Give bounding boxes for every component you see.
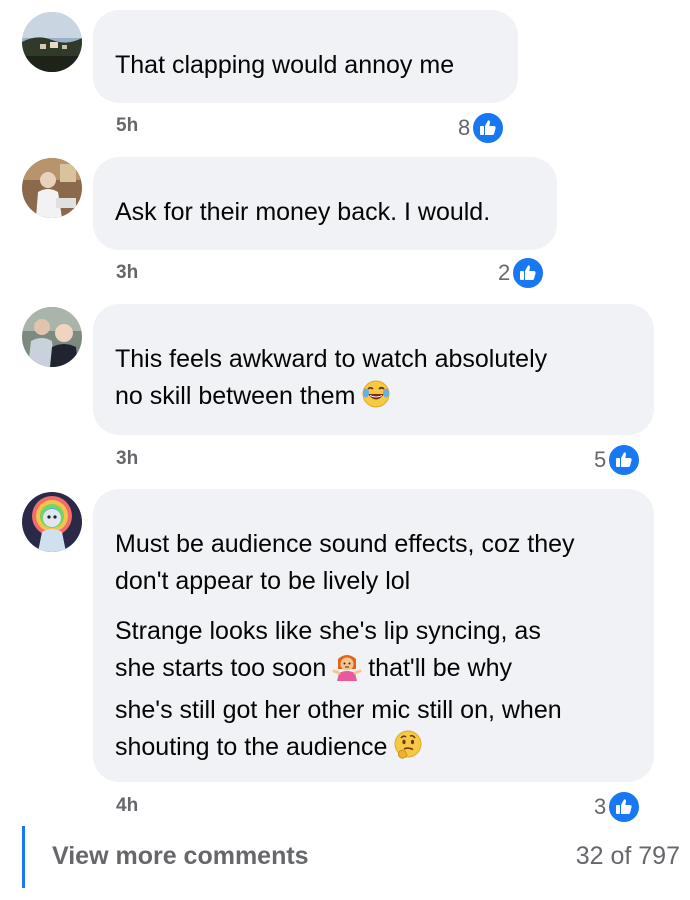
commenter-avatar[interactable] bbox=[22, 158, 82, 218]
thumbs-up-icon bbox=[471, 111, 506, 145]
thumbs-up-icon bbox=[607, 790, 642, 824]
commenter-avatar[interactable] bbox=[22, 307, 82, 367]
comment-text-line: Strange looks like she's lip syncing, as bbox=[115, 617, 541, 645]
comment-text: that'll be why bbox=[368, 654, 512, 682]
like-count: 2 bbox=[498, 260, 511, 285]
comment-text-line: This feels awkward to watch absolutely bbox=[115, 345, 548, 373]
comment-timestamp[interactable]: 5h bbox=[116, 115, 138, 137]
comment-text: Ask for their money back. I would. bbox=[115, 198, 491, 226]
comment-paragraph-1: Must be audience sound effects, coz they… bbox=[115, 526, 632, 600]
comment-bubble: Must be audience sound effects, coz they… bbox=[93, 489, 654, 782]
person-shrugging-emoji bbox=[332, 651, 362, 692]
view-more-comments-link[interactable]: View more comments bbox=[52, 842, 309, 871]
like-count: 5 bbox=[594, 447, 607, 472]
comment-text: That clapping would annoy me bbox=[115, 51, 455, 79]
like-count: 3 bbox=[594, 794, 607, 819]
commenter-avatar[interactable] bbox=[22, 12, 82, 72]
like-count: 8 bbox=[458, 115, 471, 140]
commenter-avatar[interactable] bbox=[22, 492, 82, 552]
comment-bubble: Ask for their money back. I would. bbox=[93, 157, 557, 250]
comments-footer: View more comments 32 of 797 bbox=[0, 826, 690, 890]
comment-timestamp[interactable]: 4h bbox=[116, 795, 138, 817]
thread-indicator-bar bbox=[22, 826, 25, 888]
like-reaction[interactable]: 5 bbox=[594, 442, 642, 478]
comment-text-line-with-emoji: she starts too soon that'll be why bbox=[115, 650, 632, 692]
comment-text: no skill between them bbox=[115, 382, 356, 410]
comment-text-line-with-emoji: shouting to the audience bbox=[115, 729, 632, 771]
comment-timestamp[interactable]: 3h bbox=[116, 262, 138, 284]
comment-text: she starts too soon bbox=[115, 654, 327, 682]
comment-count: 32 of 797 bbox=[575, 842, 680, 870]
like-reaction[interactable]: 8 bbox=[458, 110, 506, 146]
like-reaction[interactable]: 3 bbox=[594, 789, 642, 825]
like-reaction[interactable]: 2 bbox=[498, 255, 546, 291]
comment-text-line: Must be audience sound effects, coz they bbox=[115, 530, 575, 558]
comment-text: shouting to the audience bbox=[115, 733, 388, 761]
thumbs-up-icon bbox=[511, 256, 546, 290]
thumbs-up-icon bbox=[607, 443, 642, 477]
face-with-tears-of-joy-emoji bbox=[361, 379, 391, 420]
comment-timestamp[interactable]: 3h bbox=[116, 448, 138, 470]
comment-paragraph-2: Strange looks like she's lip syncing, as… bbox=[115, 613, 632, 771]
comment-text-line-with-emoji: no skill between them bbox=[115, 378, 632, 420]
comment-bubble: This feels awkward to watch absolutely n… bbox=[93, 304, 654, 435]
comment-text-line: she's still got her other mic still on, … bbox=[115, 696, 562, 724]
comment-bubble: That clapping would annoy me bbox=[93, 10, 518, 103]
comment-text-line: don't appear to be lively lol bbox=[115, 567, 411, 595]
thinking-face-emoji bbox=[393, 730, 423, 771]
